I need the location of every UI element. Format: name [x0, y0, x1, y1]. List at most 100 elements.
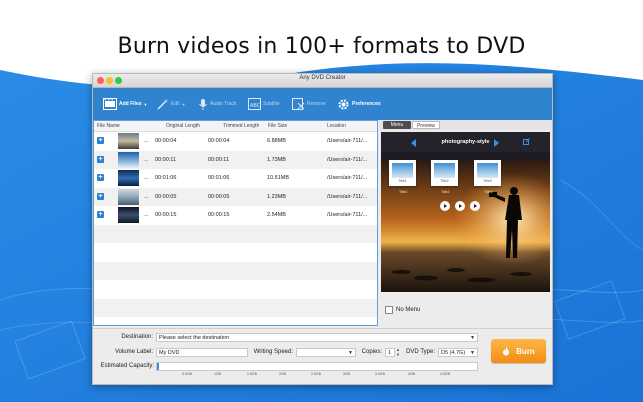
subtitle-button[interactable]: ABC Subtitle [248, 95, 280, 113]
expand-plus-icon[interactable]: + [97, 174, 104, 181]
file-name: ... [144, 175, 149, 181]
copies-input[interactable]: 1 [385, 348, 395, 357]
capacity-tick-label: 4.5GB [440, 372, 450, 376]
volume-label-input[interactable]: My DVD [156, 348, 248, 357]
empty-row [94, 280, 377, 299]
tab-menu[interactable]: Menu [383, 121, 411, 129]
expand-plus-icon[interactable]: + [97, 211, 104, 218]
capacity-tick-label: 3GB [343, 372, 351, 376]
film-icon [103, 98, 117, 110]
table-row[interactable]: + ... 00:00:05 00:00:05 1.23MB /Users/ai… [94, 187, 377, 206]
file-size: 1.23MB [267, 193, 286, 200]
file-name: ... [144, 156, 149, 163]
next-template-arrow-icon[interactable] [494, 139, 499, 147]
writing-speed-select[interactable]: ▼ [296, 348, 356, 357]
original-length: 00:00:04 [155, 138, 177, 144]
chevron-down-icon: ▼ [470, 350, 475, 356]
video-thumbnail [118, 133, 139, 149]
original-length: 00:01:06 [155, 175, 177, 181]
chapter-card-label: Title1 [398, 179, 407, 183]
no-menu-checkbox[interactable]: No Menu [385, 306, 420, 314]
destination-select[interactable]: Please select the destination ▼ [156, 333, 478, 342]
chapter-card-label: Title2 [440, 179, 449, 183]
capacity-tick-label: 4GB [408, 372, 416, 376]
column-file-name[interactable]: File Name [97, 123, 120, 129]
table-row[interactable]: + ... 00:00:04 00:00:04 6.88MB /Users/ai… [94, 132, 377, 151]
file-list-header: File Name Original Length Trimmed Length… [94, 121, 377, 132]
subtitle-label: Subtitle [263, 101, 280, 107]
expand-plus-icon[interactable]: + [97, 192, 104, 200]
remove-file-icon [292, 98, 305, 110]
chapter-card[interactable]: Title2 [431, 160, 458, 186]
add-files-button[interactable]: Add Files ▼ [103, 95, 147, 113]
window-title: Any DVD Creator [299, 75, 346, 81]
chevron-down-icon: ▼ [470, 335, 475, 341]
table-row[interactable]: + ... 00:00:11 00:00:11 1.73MB /Users/ai… [94, 150, 377, 169]
file-size: 1.73MB [267, 156, 286, 163]
no-menu-label: No Menu [396, 307, 421, 313]
expand-plus-icon[interactable]: + [97, 155, 104, 163]
burn-label: Burn [516, 346, 535, 356]
flame-icon [503, 346, 510, 356]
remove-button[interactable]: Remove [292, 95, 326, 113]
capacity-tick-label: 1GB [214, 372, 222, 376]
headline: Burn videos in 100+ formats to DVD [117, 34, 526, 59]
chapter-card[interactable]: Title3 [474, 160, 501, 186]
audio-track-button[interactable]: Audio Track [198, 95, 236, 113]
expand-plus-icon[interactable]: + [97, 137, 104, 144]
play-button-icon[interactable] [455, 201, 465, 211]
play-button-icon[interactable] [440, 201, 450, 211]
table-row[interactable]: + ... 00:00:15 00:00:15 2.54MB /Users/ai… [94, 206, 377, 225]
title-bar: Any DVD Creator [93, 74, 552, 88]
original-length: 00:00:05 [155, 193, 177, 200]
capacity-fill [157, 363, 159, 370]
microphone-icon [199, 98, 207, 110]
chapter-title: Title1 [399, 190, 408, 194]
column-file-size[interactable]: File Size [268, 123, 287, 129]
capacity-ticks: 0.5GB 1GB 1.5GB 2GB 2.5GB 3GB 3.5GB 4GB 4.5GB [156, 371, 478, 379]
chapter-thumbnail [477, 163, 498, 178]
table-row[interactable]: + ... 00:01:06 00:01:06 10.51MB /Users/a… [94, 169, 377, 188]
empty-row [94, 298, 377, 317]
chapter-thumbnail [392, 163, 413, 178]
dvd-type-label: DVD Type: [406, 349, 435, 355]
empty-row [94, 243, 377, 262]
edit-button[interactable]: Edit ▼ [156, 95, 186, 113]
original-length: 00:00:15 [155, 212, 177, 218]
trimmed-length: 00:00:04 [208, 138, 230, 144]
menu-preview-screen: photography-style Title1 Title2 Title3 T… [381, 132, 550, 292]
empty-row [94, 224, 377, 243]
column-trimmed-length[interactable]: Trimmed Length [223, 123, 259, 129]
preview-panel: Menu Preview photography-style Title1 Ti… [379, 120, 552, 326]
column-location[interactable]: Location [327, 123, 346, 129]
preferences-button[interactable]: Preferences [337, 95, 381, 113]
empty-row [94, 261, 377, 280]
preview-tabs: Menu Preview [379, 120, 552, 130]
chapter-card-label: Title3 [483, 179, 492, 183]
file-location: /Users/air-711/... [327, 212, 368, 218]
capacity-label: Estimated Capacity: [100, 363, 154, 369]
video-thumbnail [118, 170, 139, 186]
file-name: ... [144, 212, 149, 218]
capacity-tick-label: 2.5GB [311, 372, 321, 376]
magic-wand-icon [157, 98, 168, 110]
burn-button[interactable]: Burn [491, 339, 546, 363]
chapter-card[interactable]: Title1 [389, 160, 416, 186]
trimmed-length: 00:00:15 [208, 212, 230, 218]
audio-track-label: Audio Track [210, 101, 237, 107]
video-thumbnail [118, 207, 139, 223]
dvd-type-select[interactable]: D5 (4.7G) ▼ [438, 348, 478, 357]
file-size: 6.88MB [267, 138, 286, 144]
column-original-length[interactable]: Original Length [166, 123, 200, 129]
checkbox-box[interactable] [385, 306, 393, 314]
remove-label: Remove [307, 101, 326, 107]
file-name: ... [144, 138, 149, 144]
capacity-tick-label: 2GB [279, 372, 287, 376]
chapter-thumbnail [434, 163, 455, 178]
tab-preview[interactable]: Preview [412, 121, 440, 129]
play-button-icon[interactable] [470, 201, 480, 211]
edit-template-icon[interactable] [523, 138, 530, 145]
capacity-bar [156, 362, 478, 371]
video-thumbnail [118, 188, 139, 205]
destination-value: Please select the destination [159, 335, 230, 341]
